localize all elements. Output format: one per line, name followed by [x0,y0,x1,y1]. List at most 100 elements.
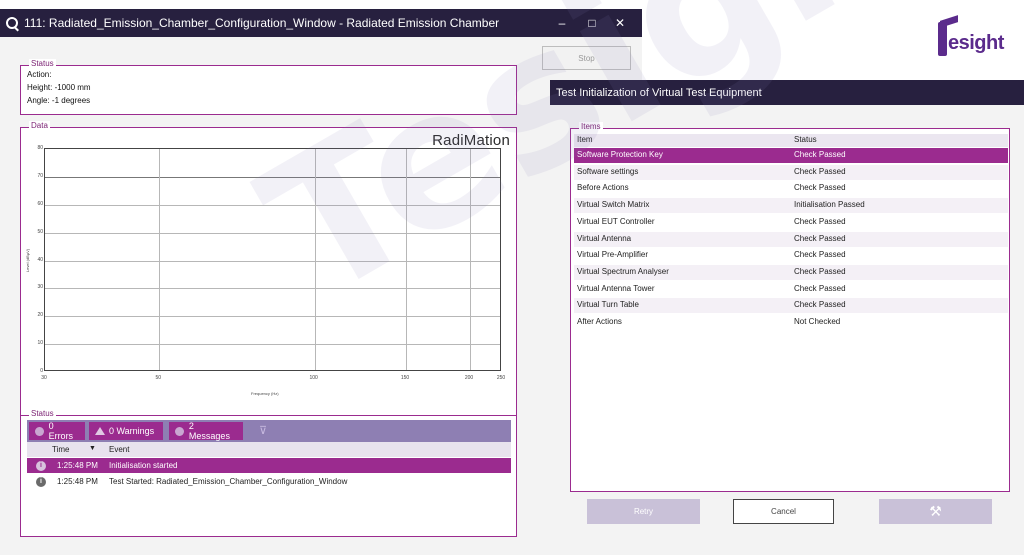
items-group: Items Item Status Software Protection Ke… [570,122,1010,492]
item-name: Virtual Switch Matrix [577,200,650,210]
log-time: 1:25:48 PM [57,477,98,486]
grid-line-horizontal [45,344,500,346]
item-row[interactable]: Virtual Antenna Tower Check Passed [574,282,1008,297]
x-axis-label: Frequency (Hz) [251,391,279,396]
filter-bar: 0 Errors 0 Warnings 2 Messages ⊽ [27,420,511,442]
grid-line-vertical [159,149,161,370]
item-name: Virtual Pre-Amplifier [577,250,648,260]
warnings-filter-button[interactable]: 0 Warnings [89,422,163,440]
grid-line-horizontal [45,316,500,318]
log-event: Initialisation started [109,461,178,470]
log-row[interactable]: i 1:25:48 PM Initialisation started [27,458,511,473]
cancel-button[interactable]: Cancel [733,499,834,524]
grid-line-horizontal [45,260,500,262]
errors-filter-button[interactable]: 0 Errors [29,421,85,441]
x-tick-label: 150 [400,375,410,381]
status-group-label: Status [29,59,56,68]
stop-button[interactable]: Stop [542,46,631,70]
title-bar[interactable]: 111: Radiated_Emission_Chamber_Configura… [0,9,642,37]
window-client: Status Action: Height: -1000 mm Angle: -… [0,37,642,555]
item-name: Virtual Turn Table [577,300,639,310]
close-button[interactable]: ✕ [607,9,633,37]
y-tick-label: 60 [37,200,43,207]
grid-line-horizontal [45,176,500,178]
y-axis-label: Level (dBµV) [25,248,31,273]
item-name: Software Protection Key [577,150,663,159]
item-column-header[interactable]: Item [577,135,593,144]
grid-line-horizontal [45,204,500,206]
item-status: Check Passed [794,216,846,226]
error-icon [35,426,44,436]
item-row[interactable]: Before Actions Check Passed [574,181,1008,196]
item-row[interactable]: Virtual Turn Table Check Passed [574,298,1008,314]
item-row[interactable]: Virtual Pre-Amplifier Check Passed [574,248,1008,263]
grid-line-horizontal [45,232,500,234]
item-row[interactable]: Virtual Antenna Check Passed [574,231,1008,247]
grid-line-vertical [406,149,408,370]
item-name: Software settings [577,166,639,176]
height-text: Height: -1000 mm [27,83,91,92]
dialog-title[interactable]: Test Initialization of Virtual Test Equi… [550,80,1024,105]
y-tick-label: 80 [37,145,43,151]
item-row[interactable]: Software settings Check Passed [574,164,1008,180]
item-status: Check Passed [794,266,846,276]
tools-icon: ⚒ [929,503,942,519]
data-group-label: Data [29,121,50,130]
grid-line-vertical [314,149,316,370]
retry-button[interactable]: Retry [587,499,700,524]
item-status: Check Passed [794,300,846,310]
event-column-header[interactable]: Event [109,445,129,454]
status-column-header[interactable]: Status [794,135,817,144]
item-name: Virtual Antenna Tower [577,283,655,293]
items-group-label: Items [579,122,603,131]
item-row[interactable]: After Actions Not Checked [574,315,1008,330]
maximize-button[interactable]: □ [579,9,605,37]
time-column-header[interactable]: Time [52,445,69,454]
item-name: Before Actions [577,183,629,193]
info-icon: i [36,460,46,471]
item-row[interactable]: Virtual Spectrum Analyser Check Passed [574,264,1008,280]
data-group: Data RadiMation 0 10 20 30 40 50 60 70 80 30 50 10… [20,121,517,438]
log-header: Time ▼ Event [27,442,511,457]
y-tick-label: 40 [37,256,43,263]
angle-text: Angle: -1 degrees [27,96,91,105]
x-tick-label: 30 [41,375,47,381]
item-name: Virtual Antenna [577,233,632,243]
logo-mark [938,22,947,56]
item-row[interactable]: Virtual Switch Matrix Initialisation Pass… [574,198,1008,214]
event-status-group: Status 0 Errors 0 Warnings 2 Messages ⊽ … [20,409,517,537]
info-icon: i [36,476,46,487]
messages-filter-button[interactable]: 2 Messages [169,421,243,441]
item-status: Check Passed [794,233,846,243]
log-event: Test Started: Radiated_Emission_Chamber_… [109,477,348,486]
messages-filter-label: 2 Messages [188,421,230,441]
info-icon [175,426,184,436]
tools-button[interactable]: ⚒ [879,499,992,524]
action-text: Action: [27,70,52,79]
warnings-filter-label: 0 Warnings [109,426,155,436]
sort-down-icon[interactable]: ▼ [89,445,96,452]
radimation-brand: RadiMation [432,132,510,149]
window-title: 111: Radiated_Emission_Chamber_Configura… [24,16,500,30]
grid-line-vertical [470,149,471,370]
item-row[interactable]: Software Protection Key Check Passed [574,148,1008,163]
item-status: Check Passed [794,183,846,193]
y-tick-label: 10 [37,340,43,347]
log-row[interactable]: i 1:25:48 PM Test Started: Radiated_Emis… [27,474,511,489]
status-group: Status Action: Height: -1000 mm Angle: -… [20,59,517,115]
minimize-button[interactable]: – [549,9,575,37]
item-status: Check Passed [794,150,846,159]
item-name: Virtual Spectrum Analyser [577,266,669,276]
x-tick-label: 50 [155,375,162,381]
item-status: Check Passed [794,250,846,260]
chart-plot-area[interactable] [44,148,501,371]
items-table-header: Item Status [574,134,1008,147]
item-row[interactable]: Virtual EUT Controller Check Passed [574,215,1008,230]
x-tick-label: 250 [496,375,506,381]
grid-line-horizontal [45,288,500,290]
filter-clear-icon[interactable]: ⊽ [259,424,267,437]
y-tick-label: 70 [37,172,43,179]
warning-icon [95,427,105,435]
x-tick-label: 200 [464,375,474,381]
app-icon [6,17,18,29]
